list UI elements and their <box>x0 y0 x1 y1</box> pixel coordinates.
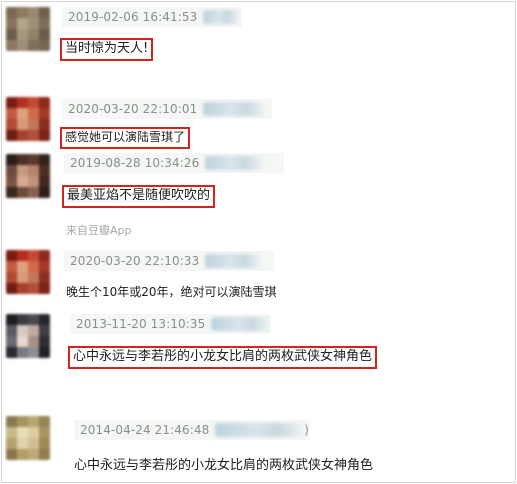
comment-text: 感觉她可以演陆雪琪了 <box>60 127 191 149</box>
comment-text: 晚生个10年或20年，绝对可以演陆雪琪 <box>66 285 277 299</box>
comment-meta: 2019-08-28 10:34:26 <box>64 153 284 173</box>
username-suffix: ) <box>304 423 309 437</box>
comment-item: 2013-11-20 13:10:35 心中永远与李若彤的小龙女比肩的两枚武侠女… <box>2 310 515 390</box>
username-blurred[interactable] <box>203 102 266 116</box>
comment-item: 2019-02-06 16:41:53 当时惊为天人! <box>2 2 515 92</box>
comment-timestamp: 2013-11-20 13:10:35 <box>76 317 206 331</box>
comment-source: 来自豆瓣App <box>66 224 132 237</box>
comment-text: 心中永远与李若彤的小龙女比肩的两枚武侠女神角色 <box>68 346 378 369</box>
comment-text: 心中永远与李若彤的小龙女比肩的两枚武侠女神角色 <box>74 458 374 473</box>
avatar[interactable] <box>6 97 50 141</box>
comment-timestamp: 2019-02-06 16:41:53 <box>68 10 198 24</box>
comment-item: 2014-04-24 21:46:48 ) 心中永远与李若彤的小龙女比肩的两枚武… <box>2 412 515 482</box>
username-blurred[interactable] <box>215 423 305 437</box>
avatar[interactable] <box>6 7 50 51</box>
comment-thread: 2019-02-06 16:41:53 当时惊为天人! 2020-03-20 2… <box>1 1 516 483</box>
comment-text: 当时惊为天人! <box>60 38 154 61</box>
avatar[interactable] <box>6 250 50 294</box>
comment-timestamp: 2014-04-24 21:46:48 <box>80 423 210 437</box>
comment-meta: 2020-03-20 22:10:01 <box>62 99 272 119</box>
avatar[interactable] <box>6 314 50 358</box>
comment-timestamp: 2019-08-28 10:34:26 <box>70 156 200 170</box>
comment-meta: 2013-11-20 13:10:35 <box>70 314 270 334</box>
comment-meta: 2019-02-06 16:41:53 <box>62 7 242 27</box>
comment-item: 2020-03-20 22:10:01 感觉她可以演陆雪琪了 <box>2 97 515 149</box>
comment-timestamp: 2020-03-20 22:10:33 <box>70 254 200 268</box>
avatar[interactable] <box>6 416 50 460</box>
username-blurred[interactable] <box>205 156 264 170</box>
comment-item: 2019-08-28 10:34:26 最美亚焰不是随便吹吹的 来自豆瓣App <box>2 150 515 240</box>
comment-meta: 2014-04-24 21:46:48 ) <box>74 420 309 440</box>
username-blurred[interactable] <box>205 254 262 268</box>
comment-meta: 2020-03-20 22:10:33 <box>64 251 274 271</box>
comment-text: 最美亚焰不是随便吹吹的 <box>62 185 216 208</box>
comment-timestamp: 2020-03-20 22:10:01 <box>68 102 198 116</box>
username-blurred[interactable] <box>211 317 270 331</box>
comment-item: 2020-03-20 22:10:33 晚生个10年或20年，绝对可以演陆雪琪 <box>2 246 515 306</box>
avatar[interactable] <box>6 154 50 198</box>
username-blurred[interactable] <box>203 10 240 24</box>
